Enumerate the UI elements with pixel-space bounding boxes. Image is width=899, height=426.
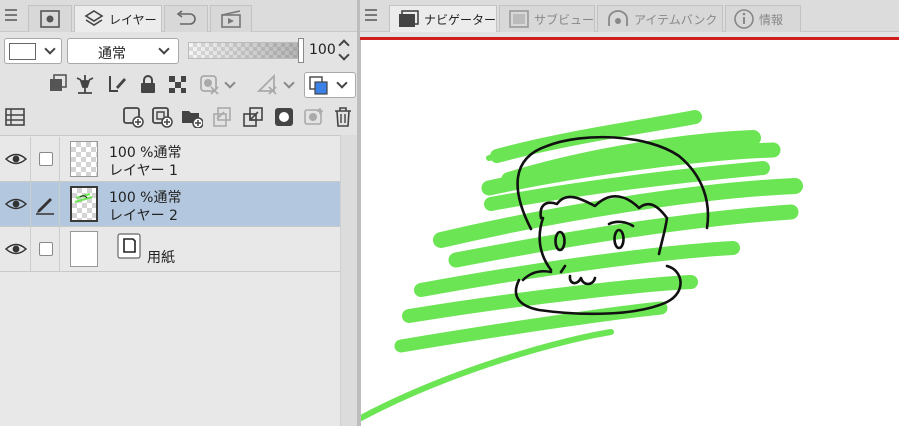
opacity-value[interactable]: 100 <box>309 42 336 58</box>
eye-icon <box>5 243 27 255</box>
paper-layer-icon <box>117 233 141 259</box>
new-folder-icon[interactable] <box>181 106 203 128</box>
info-icon <box>734 9 754 29</box>
navigator-icon <box>398 10 419 27</box>
paper-thumbnail <box>70 231 98 267</box>
app-window: レイヤー 通常 100 100 %通常 レイヤー 1 100 %通常 レイヤー … <box>0 0 899 426</box>
layer-list: 100 %通常 レイヤー 1 100 %通常 レイヤー 2 用紙 <box>0 135 340 426</box>
tab-info[interactable]: 情報 <box>725 5 801 32</box>
panel-menu-icon[interactable] <box>5 9 17 21</box>
lock-transparent-pixels-icon[interactable] <box>166 73 188 95</box>
panel-menu-icon[interactable] <box>365 9 377 21</box>
layer-row-paper[interactable]: 用紙 <box>0 227 340 272</box>
layer-panel: レイヤー 通常 100 100 %通常 レイヤー 1 100 %通常 レイヤー … <box>0 0 357 426</box>
layer-mode-label: 100 %通常 <box>109 145 182 161</box>
blend-mode-value: 通常 <box>98 46 126 62</box>
create-layer-mask-icon[interactable] <box>273 106 295 128</box>
layer-mode-label: 100 %通常 <box>109 190 182 206</box>
layer-panel-tabbar: レイヤー <box>0 0 357 32</box>
layer-color-mode-dropdown[interactable] <box>304 72 356 98</box>
tab-item-bank-label: アイテムバンク <box>634 12 718 27</box>
tab-navigator[interactable]: ナビゲーター <box>389 5 497 32</box>
chevron-down-icon[interactable] <box>224 77 236 89</box>
item-bank-icon <box>608 10 628 26</box>
tab-layers-label: レイヤー <box>109 12 157 27</box>
tab-history[interactable] <box>164 5 208 32</box>
opacity-decrease-icon[interactable] <box>338 49 350 61</box>
blend-mode-dropdown[interactable]: 通常 <box>67 38 179 64</box>
navigator-panel: ナビゲーター サブビュー アイテムバンク 情報 <box>358 0 899 426</box>
opacity-slider-handle[interactable] <box>298 38 304 63</box>
layer-property-bar: 通常 100 <box>0 36 357 68</box>
lock-layer-icon[interactable] <box>137 73 159 95</box>
layer-name: レイヤー 2 <box>109 208 178 224</box>
transfer-to-lower-layer-icon[interactable] <box>211 106 233 128</box>
eye-icon <box>5 153 27 165</box>
layer-edit-column <box>31 137 60 181</box>
layer-color-swatch <box>9 43 36 60</box>
delete-layer-icon[interactable] <box>332 106 354 128</box>
tab-navigator-preview[interactable] <box>28 5 72 32</box>
clip-to-layer-below-icon[interactable] <box>47 73 69 95</box>
navigator-panel-tabbar: ナビゲーター サブビュー アイテムバンク 情報 <box>360 0 899 32</box>
layer-select-checkbox[interactable] <box>39 242 53 256</box>
tab-layers[interactable]: レイヤー <box>74 5 162 32</box>
tab-subview-label: サブビュー <box>533 12 594 27</box>
layer-color-dropdown[interactable] <box>4 38 62 64</box>
layer-color-icon <box>309 76 328 95</box>
layer-edit-column <box>31 182 60 226</box>
layer-row-selected[interactable]: 100 %通常 レイヤー 2 <box>0 182 340 227</box>
animation-icon <box>221 10 241 28</box>
chevron-down-icon[interactable] <box>283 77 295 89</box>
chevron-down-icon <box>336 77 348 89</box>
layer-thumbnail <box>70 141 98 177</box>
tab-navigator-label: ナビゲーター <box>423 12 496 27</box>
reference-layer-icon[interactable] <box>74 73 96 95</box>
canvas-artwork <box>358 110 803 421</box>
navigator-canvas-preview[interactable] <box>358 40 899 426</box>
layer-thumbnail-art <box>74 193 93 203</box>
layer-panel-list-icon[interactable] <box>4 106 26 128</box>
layer-command-toolbar <box>0 103 357 131</box>
chevron-down-icon <box>44 43 56 55</box>
apply-mask-icon[interactable] <box>303 106 325 128</box>
opacity-slider[interactable] <box>188 42 300 59</box>
green-brush-strokes <box>358 110 803 421</box>
tab-subview[interactable]: サブビュー <box>499 5 595 32</box>
layer-name: 用紙 <box>147 250 175 266</box>
pen-icon <box>36 198 54 215</box>
subview-icon <box>509 10 529 28</box>
layer-thumbnail <box>70 186 98 222</box>
layer-row[interactable]: 100 %通常 レイヤー 1 <box>0 137 340 182</box>
layer-list-scrollbar[interactable] <box>340 135 357 426</box>
layer-select-checkbox[interactable] <box>39 152 53 166</box>
opacity-slider-fill <box>189 43 299 58</box>
history-icon <box>176 10 196 25</box>
layers-icon <box>84 10 104 26</box>
ruler-enable-icon[interactable] <box>256 73 278 95</box>
new-vector-layer-icon[interactable] <box>151 106 173 128</box>
new-raster-layer-icon[interactable] <box>122 106 144 128</box>
tab-info-label: 情報 <box>759 12 784 27</box>
merge-with-layer-below-icon[interactable] <box>242 106 264 128</box>
visibility-toggle[interactable] <box>0 182 31 226</box>
mask-enable-icon[interactable] <box>198 73 220 95</box>
visibility-toggle[interactable] <box>0 227 31 271</box>
layer-edit-column <box>31 227 60 271</box>
visibility-toggle[interactable] <box>0 137 31 181</box>
eye-icon <box>5 198 27 210</box>
navigator-image-icon <box>40 10 60 28</box>
tab-animation[interactable] <box>210 5 252 32</box>
layer-name: レイヤー 1 <box>109 163 178 179</box>
layer-lock-toolbar <box>0 70 357 100</box>
chevron-down-icon <box>158 43 170 55</box>
tab-item-bank[interactable]: アイテムバンク <box>597 5 723 32</box>
draft-layer-icon[interactable] <box>106 73 128 95</box>
